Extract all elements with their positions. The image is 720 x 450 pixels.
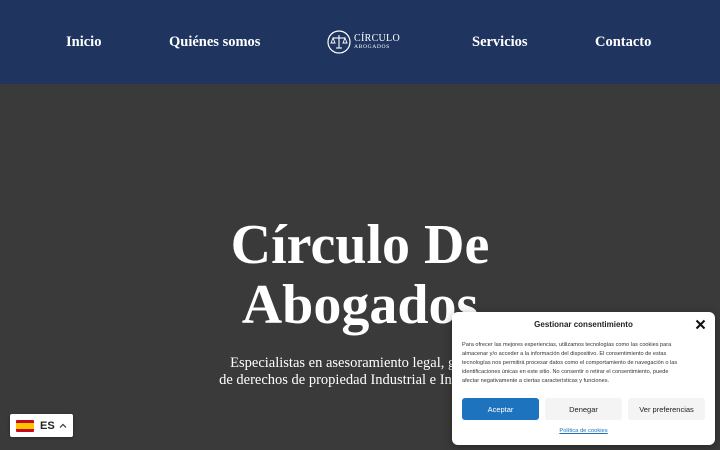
view-preferences-button[interactable]: Ver preferencias: [628, 398, 705, 420]
site-logo[interactable]: CÍRCULO ABOGADOS: [327, 29, 400, 55]
nav-item-contacto[interactable]: Contacto: [595, 33, 651, 51]
chevron-up-icon: [59, 423, 67, 428]
logo-line-1: CÍRCULO: [354, 32, 400, 44]
cookie-message-line: tecnologías nos permitirá procesar datos…: [462, 360, 678, 366]
spain-flag-icon: [16, 419, 34, 432]
cookie-consent-dialog: Gestionar consentimiento Para ofrecer la…: [452, 312, 715, 445]
cookie-dialog-message: Para ofrecer las mejores experiencias, u…: [462, 341, 707, 386]
cookie-message-line: identificaciones únicas en este sitio. N…: [462, 369, 669, 375]
nav-item-quienes-somos[interactable]: Quiénes somos: [169, 33, 260, 51]
language-switcher[interactable]: ES: [10, 414, 73, 437]
hero-title-line-1: Círculo De: [230, 214, 490, 276]
deny-cookies-button[interactable]: Denegar: [545, 398, 622, 420]
cookie-message-line: Para ofrecer las mejores experiencias, u…: [462, 342, 672, 348]
logo-text: CÍRCULO ABOGADOS: [354, 32, 400, 51]
nav-item-servicios[interactable]: Servicios: [472, 33, 528, 51]
close-icon[interactable]: [695, 319, 706, 330]
accept-cookies-button[interactable]: Aceptar: [462, 398, 539, 420]
cookie-policy-link[interactable]: Política de cookies: [452, 428, 715, 434]
cookie-message-line: almacenar y/o acceder a la información d…: [462, 351, 667, 357]
language-code: ES: [40, 419, 55, 432]
cookie-message-line: afectar negativamente a ciertas caracter…: [462, 378, 610, 384]
cookie-dialog-title: Gestionar consentimiento: [534, 320, 633, 329]
logo-line-2: ABOGADOS: [354, 43, 390, 50]
top-navigation: Inicio Quiénes somos CÍRCULO ABOGADOS Se…: [0, 0, 720, 84]
nav-item-inicio[interactable]: Inicio: [66, 33, 101, 51]
scales-icon: [327, 30, 351, 54]
